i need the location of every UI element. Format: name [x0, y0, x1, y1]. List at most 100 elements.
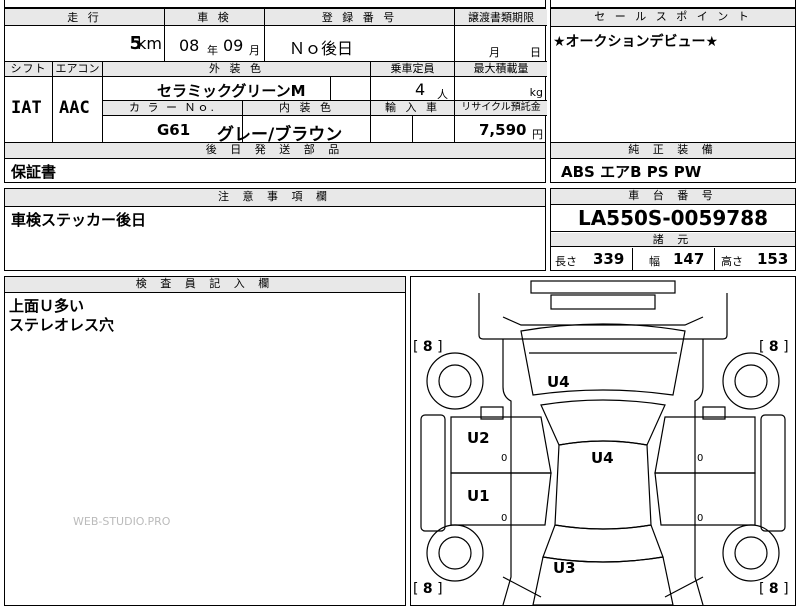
- front-bumper-outline: [478, 293, 728, 340]
- color-no-header: カ ラ ー Ｎｏ.: [103, 101, 243, 116]
- month-unit: 月: [249, 44, 260, 57]
- import-cell-1: [371, 116, 413, 144]
- chassis-number: LA550S-0059788: [551, 205, 795, 232]
- import-header: 輸 入 車: [371, 101, 455, 116]
- right-rear-door: [654, 416, 756, 474]
- mileage-header: 走 行: [5, 9, 165, 26]
- import-cell-2: [413, 116, 455, 144]
- right-body-line: [694, 339, 704, 605]
- chassis-header: 車 台 番 号: [551, 189, 795, 205]
- inspection-value-cell: 08 年 09 月: [165, 26, 265, 62]
- height-cell: 高さ 153: [715, 248, 795, 271]
- equipment-box: 純 正 装 備 ABS エアB PS PW: [550, 142, 796, 183]
- year-unit: 年: [207, 44, 218, 57]
- capacity-header: 乗車定員: [371, 62, 455, 77]
- later-parts-box: 後 日 発 送 部 品 保証書: [4, 142, 546, 183]
- mileage-unit: km: [137, 34, 162, 53]
- spec-table: 走 行 車 検 登 録 番 号 譲渡書類期限 5 km 08 年 09 月 Ｎｏ…: [4, 8, 547, 145]
- shift-header: シフト: [5, 62, 53, 77]
- wheel-fl-inner: [438, 364, 472, 398]
- wheel-rl-inner: [438, 536, 472, 570]
- width-value: 147: [673, 250, 705, 268]
- tire-rl-label: [ 8 ]: [413, 581, 443, 597]
- width-label: 幅: [649, 255, 660, 268]
- left-body-line: [502, 339, 512, 605]
- hood-damage-mark: U4: [547, 373, 570, 391]
- exterior-color-extra-cell: [331, 77, 371, 101]
- wheel-rr-inner: [734, 536, 768, 570]
- roof-damage-mark: U4: [591, 449, 614, 467]
- notes-text: 車検ステッカー後日: [11, 211, 147, 229]
- shift-value-cell: IAT: [5, 77, 53, 144]
- watermark: WEB-STUDIO.PRO: [73, 515, 171, 528]
- left-side-panel: [420, 414, 446, 532]
- rear-window: [542, 524, 664, 563]
- recycle-value-cell: 7,590 円: [455, 116, 547, 144]
- max-load-header: 最大積載量: [455, 62, 547, 77]
- exterior-color-cell: セラミックグリーンM: [103, 77, 331, 101]
- interior-color-header: 内 装 色: [243, 101, 371, 116]
- shift-value: IAT: [11, 98, 42, 118]
- zero-right-front: 0: [697, 513, 704, 524]
- tire-fr-label: [ 8 ]: [759, 339, 789, 355]
- hood-outline: [520, 323, 686, 396]
- exterior-color-header: 外 装 色: [103, 62, 371, 77]
- recycle-value: 7,590: [479, 121, 527, 139]
- inspector-box: 検 査 員 記 入 欄 上面Ｕ多い ステレオレス穴 WEB-STUDIO.PRO: [4, 276, 406, 606]
- capacity-unit: 人: [437, 88, 448, 101]
- inspector-header: 検 査 員 記 入 欄: [5, 277, 405, 293]
- zero-left-front: 0: [501, 513, 508, 524]
- registration-value-cell: Ｎｏ後日: [265, 26, 455, 62]
- load-unit: kg: [529, 86, 543, 99]
- height-label: 高さ: [721, 255, 743, 268]
- front-plate: [550, 294, 656, 310]
- capacity-value: 4: [415, 80, 426, 99]
- transfer-month-unit: 月: [489, 46, 500, 59]
- sales-point-box: セ ー ル ス ポ イ ン ト ★オークションデビュー★: [550, 8, 796, 143]
- wheel-fr-inner: [734, 364, 768, 398]
- max-load-value-cell: kg: [455, 77, 547, 101]
- notes-header: 注 意 事 項 欄: [5, 189, 545, 207]
- front-grille: [530, 280, 676, 294]
- capacity-value-cell: 4 人: [371, 77, 455, 101]
- notes-box: 注 意 事 項 欄 車検ステッカー後日: [4, 188, 546, 271]
- height-value: 153: [757, 250, 789, 268]
- right-front-door: [654, 472, 756, 526]
- transfer-day-unit: 日: [530, 46, 541, 59]
- left-rear-door: [450, 416, 552, 474]
- recycle-header: リサイクル預託金: [455, 101, 547, 116]
- wheel-rl-outer: [426, 524, 484, 582]
- later-parts-header: 後 日 発 送 部 品: [5, 143, 545, 159]
- ac-value: AAC: [59, 98, 90, 118]
- left-rear-door-mark: U2: [467, 429, 490, 447]
- tire-rr-label: [ 8 ]: [759, 581, 789, 597]
- wheel-fl-outer: [426, 352, 484, 410]
- transfer-deadline-cell: 月 日: [455, 26, 547, 62]
- equipment-text: ABS エアB PS PW: [561, 163, 702, 181]
- equipment-header: 純 正 装 備: [551, 143, 795, 159]
- sales-point-text: ★オークションデビュー★: [553, 34, 719, 50]
- ac-header: エアコン: [53, 62, 103, 77]
- sales-point-header: セ ー ル ス ポ イ ン ト: [551, 9, 795, 27]
- length-cell: 長さ 339: [551, 248, 633, 271]
- width-cell: 幅 147: [633, 248, 715, 271]
- registration-value: Ｎｏ後日: [289, 39, 354, 58]
- interior-color-cell: グレー/ブラウン: [217, 116, 371, 145]
- length-label: 長さ: [555, 255, 577, 268]
- inspection-month: 09: [223, 36, 244, 55]
- tire-fl-label: [ 8 ]: [413, 339, 443, 355]
- recycle-unit: 円: [532, 128, 543, 141]
- zero-left-rear: 0: [501, 453, 508, 464]
- zero-right-rear: 0: [697, 453, 704, 464]
- top-strip: [0, 0, 800, 8]
- left-front-door-mark: U1: [467, 487, 490, 505]
- color-no-value: G61: [157, 121, 191, 139]
- transfer-deadline-header: 譲渡書類期限: [455, 9, 547, 26]
- inspection-year: 08: [179, 36, 200, 55]
- trunk-damage-mark: U3: [553, 559, 576, 577]
- exterior-color-value: セラミックグリーンM: [157, 82, 306, 100]
- inspector-line-1: 上面Ｕ多い: [9, 297, 85, 315]
- inspection-header: 車 検: [165, 9, 265, 26]
- right-side-panel: [760, 414, 786, 532]
- car-diagram-box: [ 8 ] [ 8 ] [ 8 ] [ 8 ] U4 U4 U2 U1 U3 0…: [410, 276, 796, 606]
